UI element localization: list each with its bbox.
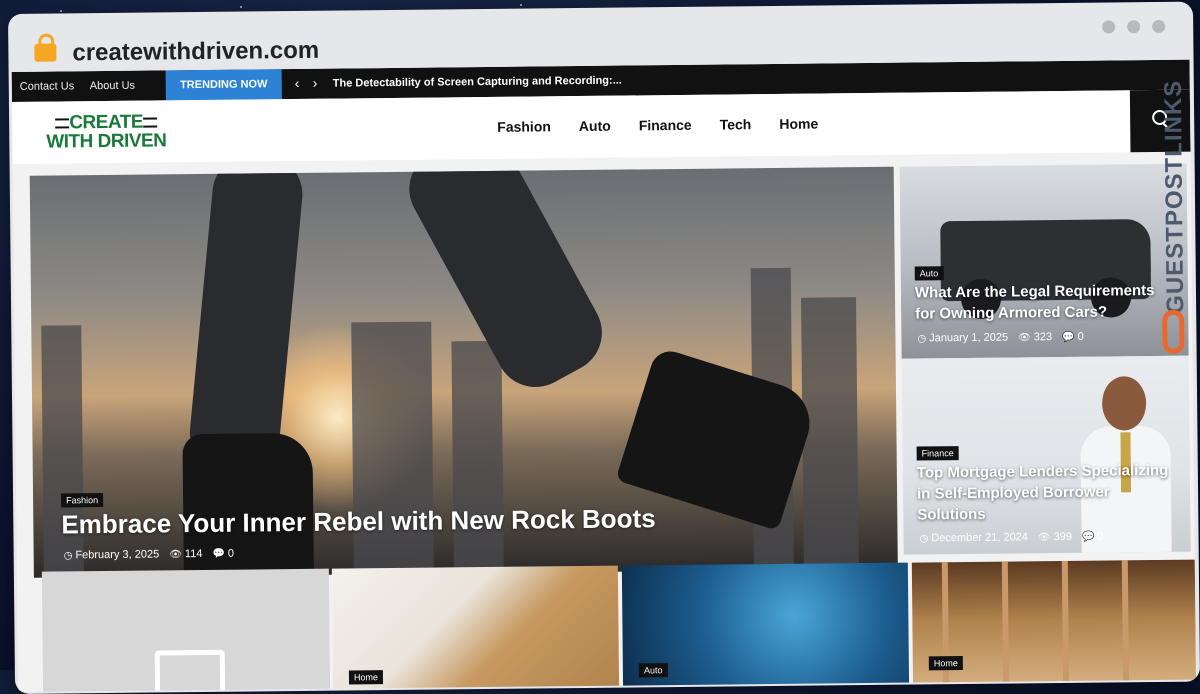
browser-window: createwithdriven.com Contact Us About Us… [8, 1, 1200, 694]
clock-icon: ◷ [919, 532, 929, 544]
guestpostlinks-watermark: GUESTPOSTLINKS [1154, 60, 1193, 360]
post-date: January 1, 2025 [929, 331, 1009, 345]
eye-icon: 👁 [1037, 531, 1051, 543]
view-count: 114 [184, 547, 203, 561]
comment-count: 0 [1097, 530, 1104, 543]
image-placeholder-icon [154, 649, 226, 692]
side-post-title[interactable]: Top Mortgage Lenders Specializing in Sel… [917, 460, 1173, 526]
post-date: December 21, 2024 [931, 531, 1028, 545]
chevron-left-icon[interactable]: ‹ [295, 75, 300, 91]
window-dot-icon[interactable] [1152, 19, 1166, 34]
nav-item-auto[interactable]: Auto [579, 118, 611, 134]
contact-us-link[interactable]: Contact Us [20, 80, 75, 93]
link-icon [1162, 309, 1185, 354]
comment-icon: 💬 [1081, 531, 1095, 543]
category-badge[interactable]: Auto [914, 266, 944, 281]
star [60, 10, 62, 12]
web-page: Contact Us About Us TRENDING NOW ‹ › The… [11, 59, 1197, 692]
main-nav: Fashion Auto Finance Tech Home [497, 116, 818, 135]
post-thumbnail[interactable]: Home [911, 559, 1197, 692]
eye-icon: 👁 [169, 548, 182, 560]
star [520, 4, 522, 6]
site-header: CREATE WITH DRIVEN Fashion Auto Finance … [11, 89, 1191, 164]
side-post-title[interactable]: What Are the Legal Requirements for Owni… [915, 280, 1165, 325]
post-thumbnail[interactable]: Home [331, 565, 620, 692]
hero-title[interactable]: Embrace Your Inner Rebel with New Rock B… [61, 501, 861, 540]
window-controls [1102, 19, 1166, 34]
clock-icon: ◷ [63, 549, 73, 561]
side-post[interactable]: Finance Top Mortgage Lenders Specializin… [901, 355, 1191, 555]
window-dot-icon[interactable] [1102, 20, 1116, 34]
about-us-link[interactable]: About Us [90, 80, 135, 92]
site-logo[interactable]: CREATE WITH DRIVEN [36, 112, 176, 153]
hero-post[interactable]: Fashion Embrace Your Inner Rebel with Ne… [29, 166, 898, 578]
window-dot-icon[interactable] [1127, 20, 1141, 34]
view-count: 323 [1033, 331, 1053, 344]
clock-icon: ◷ [917, 332, 927, 344]
view-count: 399 [1053, 530, 1073, 544]
post-meta: ◷ February 3, 2025 👁 114 💬 0 [64, 548, 234, 562]
post-thumbnail[interactable]: Auto [621, 562, 910, 692]
comment-icon: 💬 [1062, 331, 1075, 343]
url-text[interactable]: createwithdriven.com [72, 37, 319, 68]
ticker-headline[interactable]: The Detectability of Screen Capturing an… [333, 75, 622, 90]
category-badge[interactable]: Home [928, 656, 963, 671]
trending-now-label: TRENDING NOW [165, 69, 282, 101]
category-badge[interactable]: Auto [638, 663, 668, 678]
post-meta: ◷ January 1, 2025 👁 323 💬 0 [917, 331, 1083, 345]
nav-item-finance[interactable]: Finance [639, 117, 692, 134]
post-thumbnail[interactable] [41, 568, 331, 692]
star [240, 6, 242, 8]
category-badge[interactable]: Finance [916, 446, 959, 461]
comment-icon: 💬 [212, 548, 225, 560]
comment-count: 0 [1077, 330, 1084, 343]
watermark-text: GUESTPOSTLINKS [1159, 79, 1190, 314]
post-meta: ◷ December 21, 2024 👁 399 💬 0 [919, 531, 1103, 545]
eye-icon: 👁 [1018, 331, 1031, 343]
category-badge[interactable]: Home [348, 670, 384, 685]
chevron-right-icon[interactable]: › [313, 75, 318, 91]
nav-item-fashion[interactable]: Fashion [497, 118, 551, 135]
comment-count: 0 [227, 547, 235, 560]
nav-item-tech[interactable]: Tech [720, 116, 752, 132]
nav-item-home[interactable]: Home [779, 116, 818, 132]
logo-line-2: WITH DRIVEN [46, 130, 167, 153]
side-post[interactable]: Auto What Are the Legal Requirements for… [899, 163, 1189, 359]
category-badge[interactable]: Fashion [61, 493, 104, 508]
lock-icon [34, 43, 57, 62]
post-date: February 3, 2025 [75, 548, 160, 562]
